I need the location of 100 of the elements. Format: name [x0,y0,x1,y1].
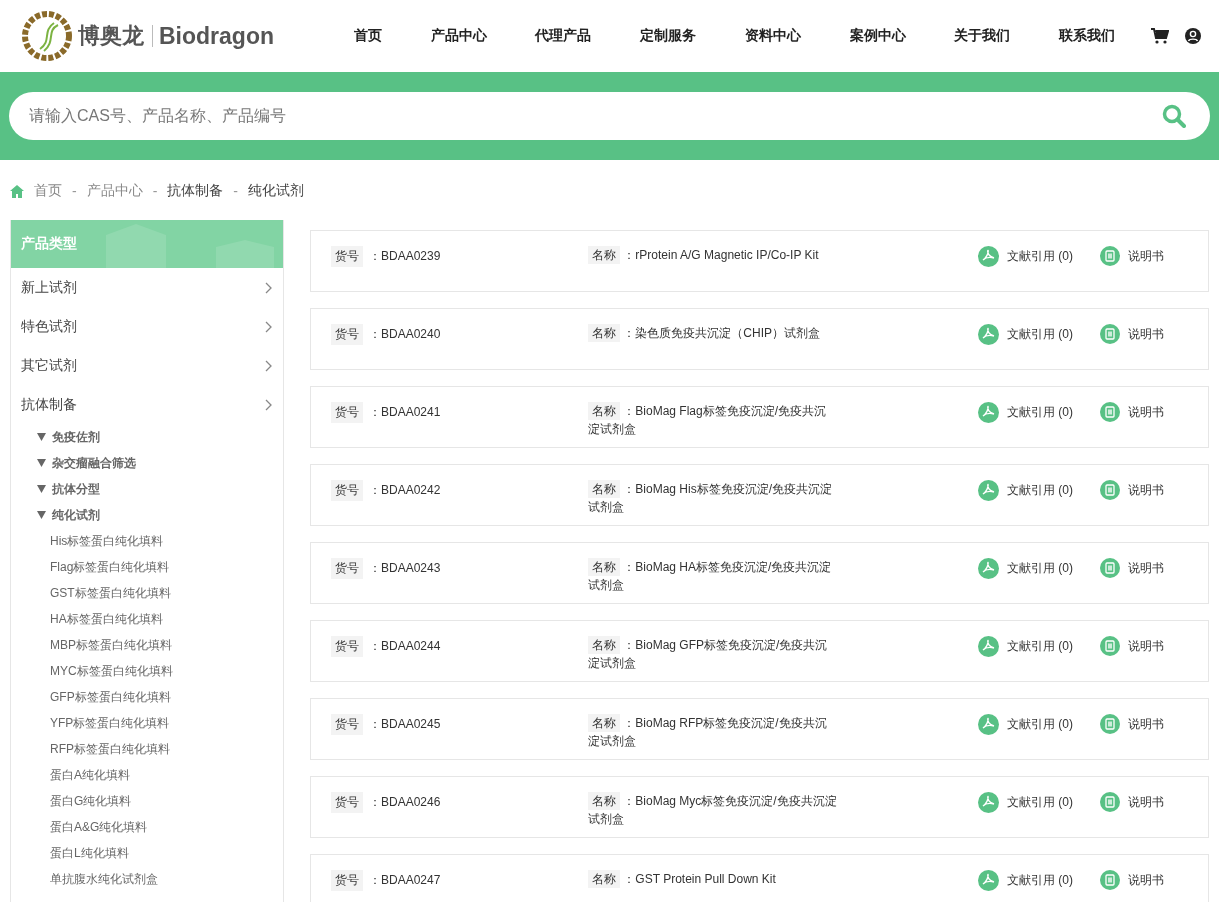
product-name[interactable]: 名称 ：BioMag Flag标签免疫沉淀/免疫共沉淀试剂盒 [588,402,838,438]
category-link[interactable]: 其它试剂 [11,346,283,385]
nav-link[interactable]: 联系我们 [1058,27,1115,45]
manual-link[interactable]: 说明书 [1100,480,1164,500]
category-link[interactable]: 特色试剂 [11,307,283,346]
manual-link[interactable]: 说明书 [1100,792,1164,812]
document-icon [1100,714,1120,734]
pdf-icon [978,870,999,891]
product-type-link[interactable]: 蛋白A纯化填料 [11,762,283,788]
product-code: ：BDAA0239 [369,248,441,265]
product-code: ：BDAA0241 [369,404,441,421]
product-name[interactable]: 名称 ：BioMag RFP标签免疫沉淀/免疫共沉淀试剂盒 [588,714,838,750]
nav-link[interactable]: 产品中心 [430,27,487,45]
product-type-link[interactable]: HA标签蛋白纯化填料 [11,606,283,632]
house-shape-decoration [216,240,274,268]
category-link[interactable]: 抗体制备 [11,385,283,424]
category-label: 新上试剂 [21,278,77,297]
subcategory-link[interactable]: 免疫佐剂 [11,424,283,450]
nav-link[interactable]: 资料中心 [744,27,801,45]
category-label: 特色试剂 [21,317,77,336]
product-type-link[interactable]: 单抗腹水纯化试剂盒 [11,866,283,892]
sidebar-title: 产品类型 [21,235,77,253]
product-name[interactable]: 名称 ：BioMag Myc标签免疫沉淀/免疫共沉淀试剂盒 [588,792,838,828]
manual-link[interactable]: 说明书 [1100,714,1164,734]
product-type-link[interactable]: His标签蛋白纯化填料 [11,528,283,554]
citations-link[interactable]: 文献引用 (0) [978,870,1073,891]
citations-link[interactable]: 文献引用 (0) [978,792,1073,813]
nav-link[interactable]: 代理产品 [535,27,592,45]
subcategory-link[interactable]: 抗体分型 [11,476,283,502]
triangle-down-icon [37,433,46,441]
breadcrumb-separator: - [72,183,77,199]
product-type-link[interactable]: MYC标签蛋白纯化填料 [11,658,283,684]
product-code: ：BDAA0242 [369,482,441,499]
breadcrumb-separator: - [152,183,158,199]
triangle-down-icon [37,485,46,493]
house-shape-decoration [106,224,166,268]
product-type-link[interactable]: RFP标签蛋白纯化填料 [11,736,283,762]
manual-link[interactable]: 说明书 [1100,558,1164,578]
nav-link[interactable]: 首页 [354,27,382,45]
nav-link[interactable]: 关于我们 [954,27,1011,45]
citations-link[interactable]: 文献引用 (0) [978,558,1073,579]
search-field[interactable]: 请输入CAS号、产品名称、产品编号 [9,92,1210,140]
pdf-icon [978,246,999,267]
category-label: 其它试剂 [21,356,77,375]
product-code: ：BDAA0247 [369,872,441,889]
product-type-link[interactable]: GST标签蛋白纯化填料 [11,580,283,606]
manual-link[interactable]: 说明书 [1100,324,1164,344]
product-type-link[interactable]: Flag标签蛋白纯化填料 [11,554,283,580]
product-code: ：BDAA0240 [369,326,441,343]
nav-link[interactable]: 案例中心 [849,27,906,45]
field-label: 货号 [331,558,363,579]
product-code: ：BDAA0246 [369,794,441,811]
product-type-link[interactable]: GFP标签蛋白纯化填料 [11,684,283,710]
field-label: 货号 [331,402,363,423]
category-link[interactable]: 新上试剂 [11,268,283,307]
breadcrumb-link[interactable]: 产品中心 [86,182,143,200]
product-name[interactable]: 名称 ：BioMag His标签免疫沉淀/免疫共沉淀试剂盒 [588,480,838,516]
manual-link[interactable]: 说明书 [1100,402,1164,422]
breadcrumb-link[interactable]: 首页 [34,182,62,200]
subcategory-link[interactable]: 杂交瘤融合筛选 [11,450,283,476]
nav-link[interactable]: 定制服务 [640,27,697,45]
product-type-link[interactable]: 蛋白L纯化填料 [11,840,283,866]
citations-link[interactable]: 文献引用 (0) [978,714,1073,735]
product-name[interactable]: 名称 ：染色质免疫共沉淀（CHIP）试剂盒 [588,324,838,342]
subcategory-label: 抗体分型 [52,480,100,498]
document-icon [1100,402,1120,422]
manual-link[interactable]: 说明书 [1100,870,1164,890]
breadcrumb-link[interactable]: 抗体制备 [167,182,224,200]
breadcrumb-link[interactable]: 纯化试剂 [248,182,304,200]
pdf-icon [978,402,999,423]
citations-link[interactable]: 文献引用 (0) [978,480,1073,501]
chevron-right-icon [265,398,273,411]
document-icon [1100,558,1120,578]
cart-icon[interactable] [1151,28,1169,44]
product-name[interactable]: 名称 ：BioMag HA标签免疫沉淀/免疫共沉淀试剂盒 [588,558,838,594]
pdf-icon [978,714,999,735]
triangle-down-icon [37,459,46,467]
citations-link[interactable]: 文献引用 (0) [978,636,1073,657]
citations-link[interactable]: 文献引用 (0) [978,402,1073,423]
chevron-right-icon [265,359,273,372]
product-type-link[interactable]: 蛋白A&G纯化填料 [11,814,283,840]
subcategory-label: 纯化试剂 [52,506,100,524]
document-icon [1100,636,1120,656]
citations-link[interactable]: 文献引用 (0) [978,324,1073,345]
product-type-link[interactable]: MBP标签蛋白纯化填料 [11,632,283,658]
subcategory-link[interactable]: 纯化试剂 [11,502,283,528]
pdf-icon [978,480,999,501]
brand-name: Biodragon [159,22,274,50]
field-label: 货号 [331,714,363,735]
logo-drawing [22,11,72,61]
manual-link[interactable]: 说明书 [1100,636,1164,656]
product-name[interactable]: 名称 ：BioMag GFP标签免疫沉淀/免疫共沉淀试剂盒 [588,636,838,672]
product-type-link[interactable]: YFP标签蛋白纯化填料 [11,710,283,736]
citations-link[interactable]: 文献引用 (0) [978,246,1073,267]
product-name[interactable]: 名称 ：rProtein A/G Magnetic IP/Co-IP Kit [588,246,838,264]
product-type-link[interactable]: 蛋白G纯化填料 [11,788,283,814]
product-code: ：BDAA0244 [369,638,441,655]
user-icon[interactable] [1185,28,1201,44]
manual-link[interactable]: 说明书 [1100,246,1164,266]
product-name[interactable]: 名称 ：GST Protein Pull Down Kit [588,870,838,888]
